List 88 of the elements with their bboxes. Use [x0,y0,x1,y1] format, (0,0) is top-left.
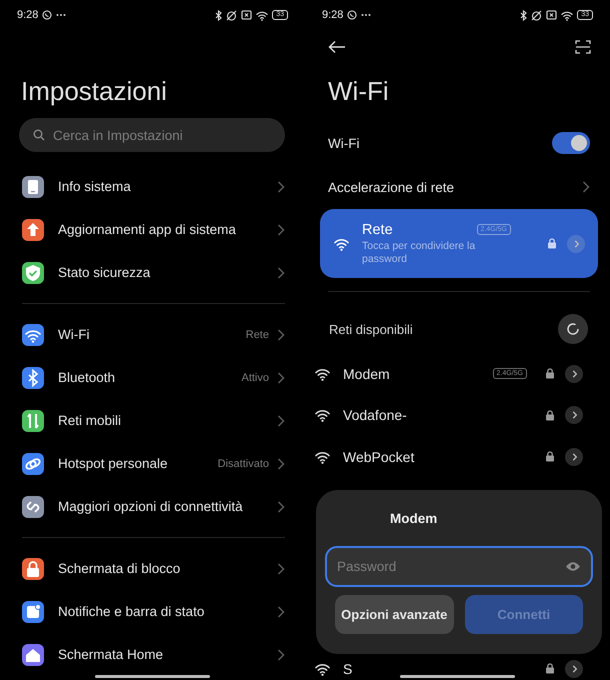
setting-value: Rete [246,328,269,340]
chevron-right-icon [277,372,285,384]
chat-bubble-icon [42,10,52,20]
more-dots-icon [56,13,66,17]
settings-item[interactable]: Schermata di blocco [22,547,285,590]
chevron-right-icon [277,224,285,236]
chevron-right-icon [582,181,590,193]
settings-item[interactable]: Stato sicurezza [22,251,285,294]
setting-label: Aggiornamenti app di sistema [58,222,237,237]
settings-item[interactable]: Wi-Fi Rete [22,313,285,356]
chevron-right-icon [277,458,285,470]
setting-label: Hotspot personale [58,456,169,471]
advanced-options-button[interactable]: Opzioni avanzate [335,595,454,634]
setting-label: Schermata Home [58,647,164,662]
setting-label: Info sistema [58,179,132,194]
details-button[interactable] [565,406,583,424]
setting-label: Reti mobili [58,413,122,428]
refresh-button[interactable] [558,314,588,344]
refresh-icon [566,322,580,336]
chevron-right-icon [277,266,285,278]
chevron-right-icon [277,500,285,512]
setting-label: Bluetooth [58,370,116,385]
sim-card-icon [241,10,252,20]
chevron-right-icon [572,370,576,378]
chevron-right-icon [277,562,285,574]
chevron-right-icon [572,411,576,420]
setting-value: Attivo [241,372,269,384]
setting-label: Notifiche e barra di stato [58,604,206,619]
network-name[interactable]: Rete [362,222,477,238]
wifi-icon [315,366,330,381]
details-button[interactable] [565,448,583,466]
alarm-off-icon [531,10,542,20]
wifi-icon [334,236,349,250]
setting-label: Wi-Fi [328,136,360,150]
dialog-title: Modem [390,511,438,526]
setting-value: Disattivato [218,458,269,470]
settings-item[interactable]: Hotspot personale Disattivato [22,442,285,485]
bluetooth-icon [215,10,222,20]
scan-icon[interactable] [575,40,591,54]
settings-item[interactable]: Maggiori opzioni di connettività [22,485,285,528]
chevron-right-icon [277,648,285,660]
details-button[interactable] [565,364,583,383]
settings-item[interactable]: Schermata Home [22,633,285,676]
eye-icon[interactable] [565,561,581,572]
network-name[interactable]: S [343,660,545,676]
back-button[interactable] [328,40,346,54]
network-name[interactable]: WebPocket [343,448,545,465]
search-icon [33,129,45,141]
setting-label: Wi-Fi [58,327,90,342]
page-title: Wi-Fi [328,75,390,108]
clock-time: 9:28 [322,9,344,21]
bluetooth-icon [520,10,528,20]
wifi-signal-icon [256,10,268,20]
search-field[interactable]: Cerca in Impostazioni [19,118,285,152]
alarm-off-icon [226,10,238,20]
chevron-right-icon [277,414,285,426]
setting-label: Schermata di blocco [58,561,182,576]
network-hint: Tocca per condividere la password [362,240,476,266]
details-button[interactable] [565,660,583,678]
chat-bubble-icon [347,10,358,20]
chevron-right-icon [572,452,576,461]
network-name[interactable]: Vodafone- [343,407,545,424]
wifi-icon [315,450,330,464]
settings-item[interactable]: Info sistema [22,165,285,208]
setting-label: Maggiori opzioni di connettività [58,499,244,514]
network-name[interactable]: Modem [343,366,493,382]
setting-label: Stato sicurezza [58,265,152,280]
settings-item[interactable]: Reti mobili [22,399,285,442]
sim-card-icon [546,10,558,20]
chevron-right-icon [277,180,285,192]
chevron-right-icon [572,664,576,672]
back-arrow-icon [328,40,346,54]
wifi-icon [315,408,330,422]
chevron-right-icon [574,240,578,248]
toggle-switch[interactable] [552,132,590,154]
clock-time: 9:28 [17,9,38,21]
wifi-icon [315,662,330,676]
more-dots-icon [361,13,372,17]
chevron-right-icon [277,606,285,618]
password-field[interactable]: Password [325,546,593,587]
wifi-signal-icon [561,10,574,20]
settings-item[interactable]: Bluetooth Attivo [22,356,285,399]
section-title: Reti disponibili [329,322,414,336]
setting-label[interactable]: Accelerazione di rete [328,180,582,194]
settings-item[interactable]: Notifiche e barra di stato [22,590,285,633]
chevron-right-icon [277,328,285,340]
page-title: Impostazioni [20,75,168,108]
settings-item[interactable]: Aggiornamenti app di sistema [22,208,285,251]
